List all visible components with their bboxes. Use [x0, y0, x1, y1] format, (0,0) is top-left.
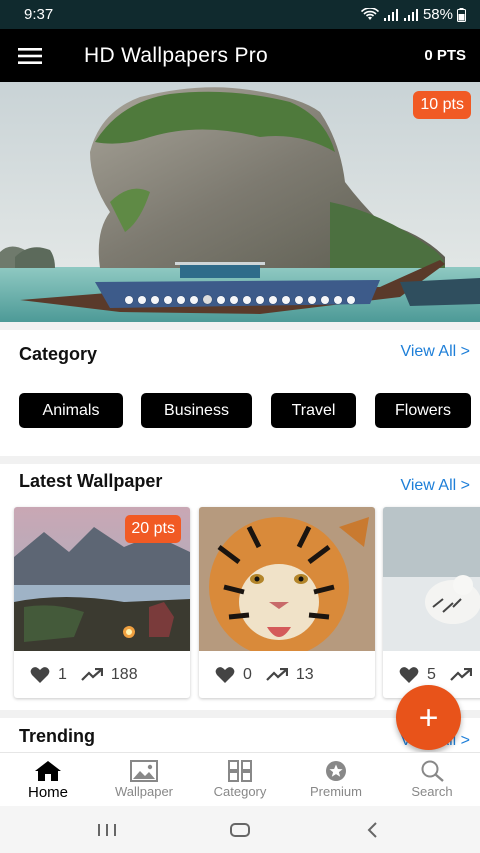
category-header: Category View All >: [0, 330, 480, 378]
views-count: 13: [295, 665, 314, 683]
nav-item-category[interactable]: Category: [192, 753, 288, 806]
battery-percent: 58%: [422, 6, 453, 23]
banner-page-dot[interactable]: [321, 296, 329, 304]
card-stats: 1 188: [14, 651, 190, 698]
wallpaper-thumbnail: [199, 507, 375, 651]
signal-icon-2: [403, 8, 418, 21]
nav-label-premium: Premium: [309, 784, 362, 799]
nav-item-wallpaper[interactable]: Wallpaper: [96, 753, 192, 806]
nav-item-premium[interactable]: Premium: [288, 753, 384, 806]
trending-icon: [266, 667, 288, 681]
category-chip-travel[interactable]: Travel: [271, 393, 356, 428]
app-bar: HD Wallpapers Pro 0 PTS: [0, 29, 480, 82]
latest-view-all-link[interactable]: View All >: [400, 477, 470, 495]
latest-header: Latest Wallpaper View All >: [0, 464, 480, 500]
latest-wallpaper-list: 20 pts 1 188 0 13 5: [0, 500, 480, 710]
section-divider: [0, 322, 480, 330]
banner-points-badge: 10 pts: [413, 91, 471, 119]
banner-page-dot[interactable]: [164, 296, 172, 304]
banner-page-dot[interactable]: [138, 296, 146, 304]
star-badge-icon: [326, 761, 346, 781]
banner-pagination: [0, 295, 480, 304]
banner-page-dot[interactable]: [269, 296, 277, 304]
banner-page-dot[interactable]: [190, 296, 198, 304]
banner-page-dot[interactable]: [243, 296, 251, 304]
heart-icon[interactable]: [215, 666, 235, 684]
views-count: 188: [110, 665, 138, 683]
category-title: Category: [19, 344, 98, 364]
banner-page-dot[interactable]: [282, 296, 290, 304]
nav-item-home[interactable]: Home: [0, 753, 96, 806]
menu-button[interactable]: [0, 29, 60, 82]
banner-page-dot[interactable]: [347, 296, 355, 304]
banner-image: [0, 82, 480, 322]
banner-page-dot[interactable]: [256, 296, 264, 304]
nav-label-category: Category: [213, 784, 267, 799]
likes-count: 1: [58, 665, 67, 683]
recent-apps-icon[interactable]: [95, 822, 119, 838]
wallpaper-card[interactable]: 0 13: [199, 507, 375, 698]
banner-page-dot[interactable]: [308, 296, 316, 304]
heart-icon[interactable]: [30, 666, 50, 684]
app-title: HD Wallpapers Pro: [84, 43, 269, 67]
banner-page-dot[interactable]: [334, 296, 342, 304]
trending-icon: [450, 667, 472, 681]
heart-icon[interactable]: [399, 666, 419, 684]
nav-item-search[interactable]: Search: [384, 753, 480, 806]
signal-icon: [383, 8, 398, 21]
bottom-navigation: Home Wallpaper Category Premium Search: [0, 752, 480, 806]
latest-title: Latest Wallpaper: [19, 471, 163, 491]
nav-label-home: Home: [27, 784, 68, 801]
wallpaper-card[interactable]: 5: [383, 507, 480, 698]
trending-icon: [81, 667, 103, 681]
home-button-icon[interactable]: [228, 822, 252, 838]
status-icons: 58%: [360, 6, 466, 23]
banner-page-dot[interactable]: [125, 296, 133, 304]
wifi-icon: [360, 7, 379, 20]
home-icon: [35, 761, 61, 781]
hamburger-menu-icon: [18, 47, 42, 64]
image-icon: [130, 760, 158, 782]
search-icon: [421, 760, 444, 782]
section-divider: [0, 456, 480, 464]
banner-page-dot[interactable]: [203, 295, 212, 304]
category-chips: Animals Business Travel Flowers: [0, 378, 480, 456]
battery-icon: [457, 7, 466, 22]
status-time: 9:37: [24, 6, 54, 23]
category-chip-flowers[interactable]: Flowers: [375, 393, 471, 428]
wallpaper-thumbnail: [383, 507, 480, 651]
points-counter[interactable]: 0 PTS: [424, 47, 466, 64]
banner-page-dot[interactable]: [230, 296, 238, 304]
category-view-all-link[interactable]: View All >: [400, 343, 470, 361]
banner-page-dot[interactable]: [217, 296, 225, 304]
status-bar: 9:37 58%: [0, 0, 480, 29]
nav-label-search: Search: [411, 784, 453, 799]
wallpaper-card[interactable]: 20 pts 1 188: [14, 507, 190, 698]
banner-page-dot[interactable]: [177, 296, 185, 304]
banner-page-dot[interactable]: [151, 296, 159, 304]
category-chip-animals[interactable]: Animals: [19, 393, 123, 428]
likes-count: 0: [243, 665, 252, 683]
nav-label-wallpaper: Wallpaper: [114, 784, 174, 799]
card-stats: 0 13: [199, 651, 375, 698]
system-navigation-bar: [0, 806, 480, 853]
back-icon[interactable]: [361, 821, 385, 838]
trending-title: Trending: [19, 726, 95, 746]
card-points-badge: 20 pts: [125, 515, 181, 543]
likes-count: 5: [427, 665, 436, 683]
banner-page-dot[interactable]: [295, 296, 303, 304]
featured-banner[interactable]: 10 pts: [0, 82, 480, 322]
category-chip-business[interactable]: Business: [141, 393, 252, 428]
add-fab-button[interactable]: +: [396, 685, 461, 750]
grid-icon: [228, 760, 252, 782]
